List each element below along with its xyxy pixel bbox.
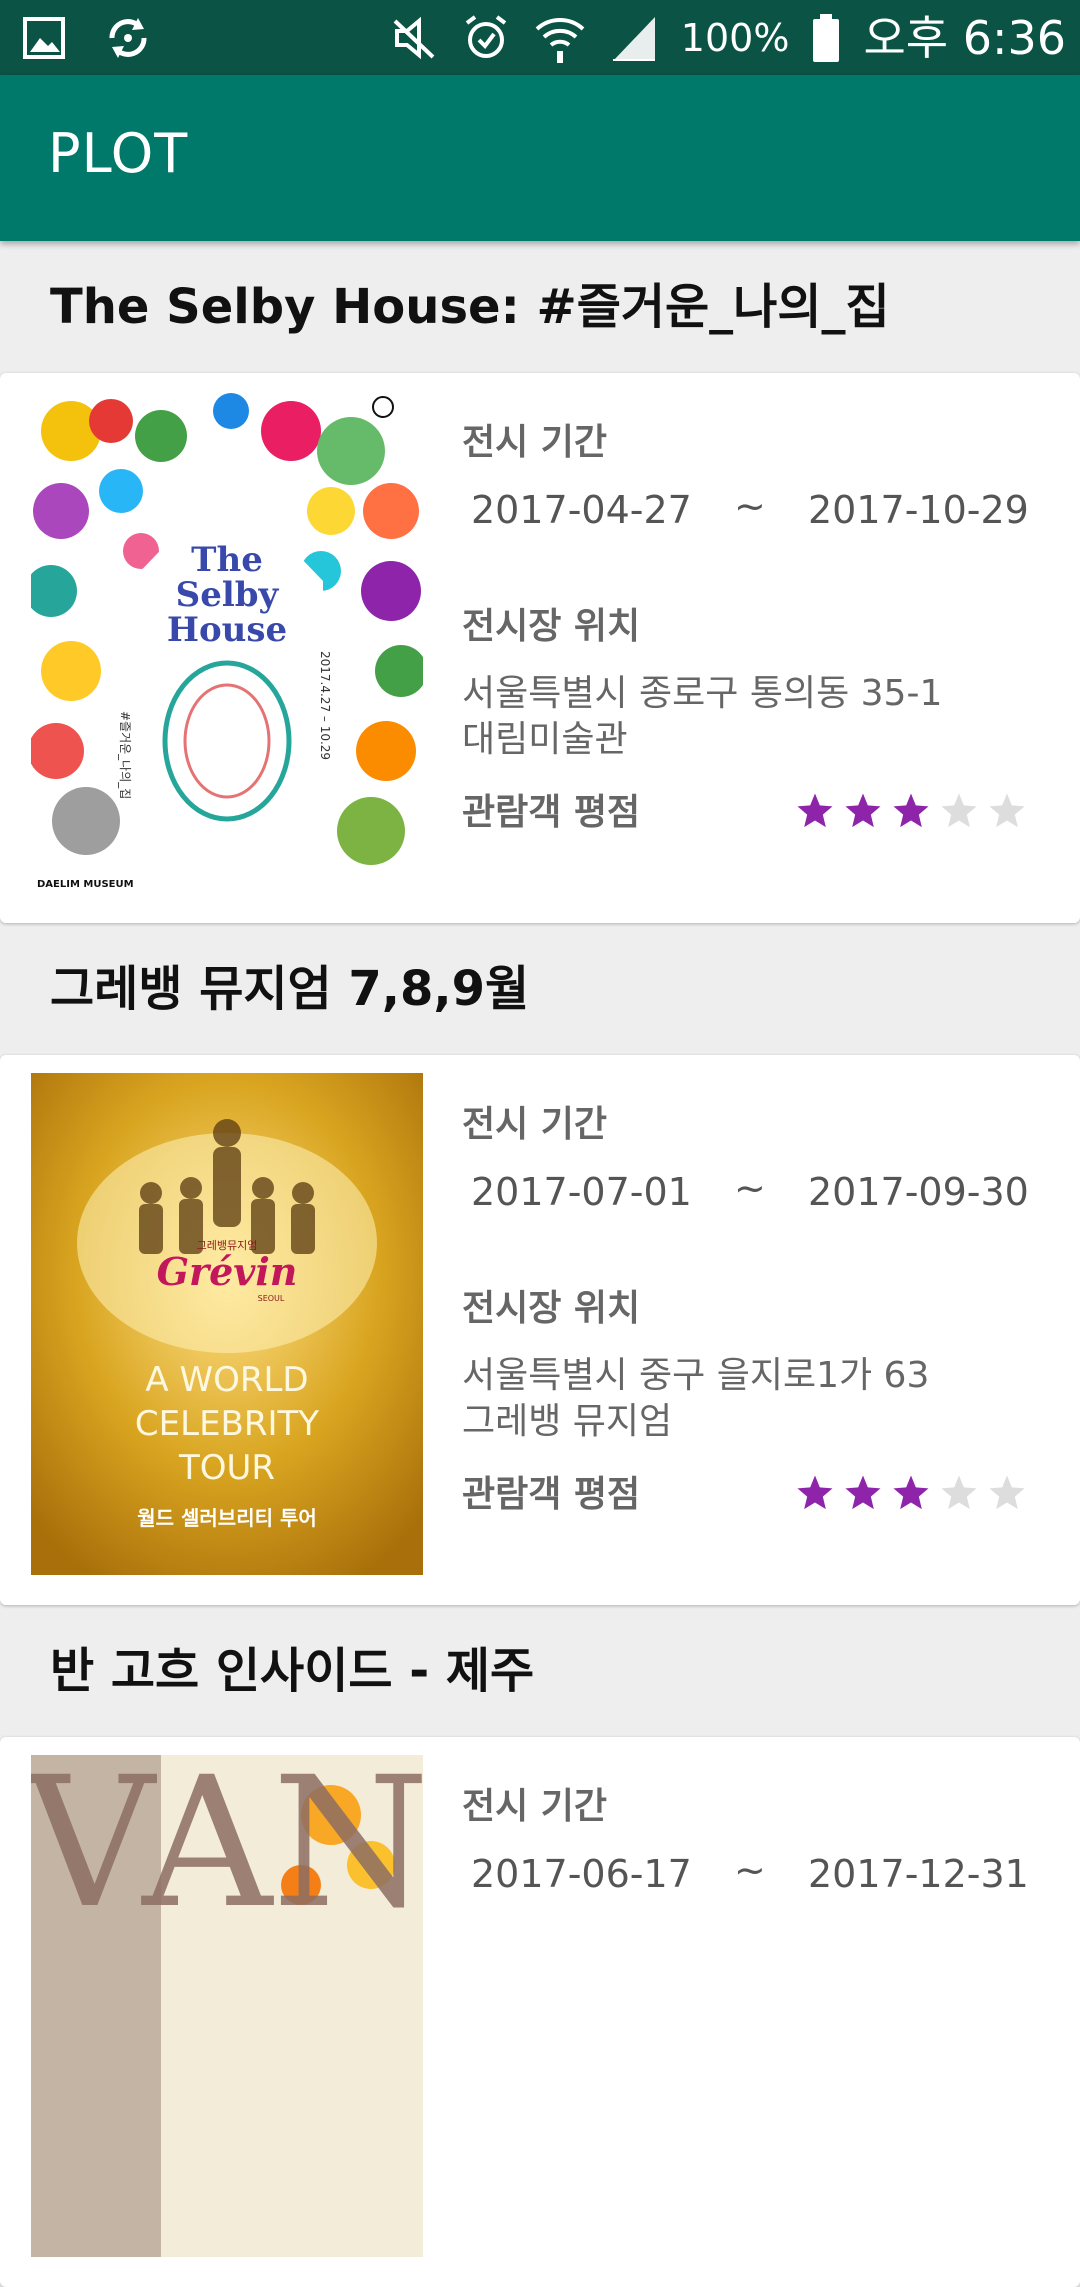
start-date: 2017-04-27 <box>471 488 692 532</box>
svg-text:SEOUL: SEOUL <box>258 1294 285 1303</box>
wifi-icon <box>533 11 587 65</box>
alarm-icon <box>461 13 511 63</box>
star-filled-icon <box>845 1475 881 1510</box>
end-date: 2017-09-30 <box>808 1170 1029 1214</box>
date-separator: ~ <box>734 1166 766 1210</box>
rating-label: 관람객 평점 <box>462 792 641 833</box>
exhibition-card[interactable]: VAN 전시 기간 2017-06-17 ~ 2017-12-31 <box>0 1737 1080 2287</box>
gallery-icon <box>22 16 66 60</box>
star-empty-icon <box>941 1475 977 1510</box>
star-empty-icon <box>941 793 977 828</box>
mute-icon <box>389 13 439 63</box>
exhibition-poster[interactable]: VAN <box>31 1755 423 2257</box>
period-label: 전시 기간 <box>462 1786 608 1827</box>
star-empty-icon <box>989 793 1025 828</box>
address: 서울특별시 중구 을지로1가 63 그레뱅 뮤지엄 <box>462 1353 929 1445</box>
start-date: 2017-06-17 <box>471 1852 692 1896</box>
location-label: 전시장 위치 <box>462 606 641 647</box>
svg-text:House: House <box>167 610 287 650</box>
poster-title: The <box>191 540 263 580</box>
status-left <box>22 14 152 62</box>
star-filled-icon <box>797 793 833 828</box>
svg-text:TOUR: TOUR <box>178 1448 275 1488</box>
poster-letters: VAN <box>31 1755 423 1948</box>
app-bar: PLOT <box>0 75 1080 241</box>
exhibition-card[interactable]: 그레뱅뮤지엄 Grévin SEOUL A WORLD CELEBRITY TO… <box>0 1055 1080 1605</box>
battery-percent: 100% <box>680 16 790 60</box>
address-line: 서울특별시 중구 을지로1가 63 <box>462 1355 930 1396</box>
svg-text:2017.4.27 – 10.29: 2017.4.27 – 10.29 <box>318 651 332 760</box>
signal-icon <box>609 13 659 63</box>
svg-text:A WORLD: A WORLD <box>145 1360 308 1400</box>
location-label: 전시장 위치 <box>462 1288 641 1329</box>
poster-brand: Grévin <box>157 1249 298 1294</box>
exhibition-title: 그레뱅 뮤지엄 7,8,9월 <box>50 961 530 1017</box>
start-date: 2017-07-01 <box>471 1170 692 1214</box>
venue-name: 그레뱅 뮤지엄 <box>462 1401 673 1443</box>
exhibition-title: The Selby House: #즐거운_나의_집 <box>50 279 890 335</box>
address: 서울특별시 종로구 통의동 35-1 대림미술관 <box>462 671 942 763</box>
end-date: 2017-12-31 <box>808 1852 1029 1896</box>
status-right: 100% 오후 6:36 <box>389 8 1066 68</box>
star-filled-icon <box>797 1475 833 1510</box>
date-separator: ~ <box>734 484 766 528</box>
clock: 오후 6:36 <box>863 11 1066 65</box>
svg-text:Selby: Selby <box>176 575 280 615</box>
sync-icon <box>104 14 152 62</box>
exhibition-poster[interactable]: 그레뱅뮤지엄 Grévin SEOUL A WORLD CELEBRITY TO… <box>31 1073 423 1575</box>
star-empty-icon <box>989 1475 1025 1510</box>
star-filled-icon <box>893 1475 929 1510</box>
app-title: PLOT <box>48 122 189 185</box>
svg-text:CELEBRITY: CELEBRITY <box>135 1404 319 1444</box>
rating-stars <box>795 791 1027 831</box>
exhibition-card[interactable]: The Selby House #즐거운_나의_집 2017.4.27 – 10… <box>0 373 1080 923</box>
status-bar: 100% 오후 6:36 <box>0 0 1080 75</box>
end-date: 2017-10-29 <box>808 488 1029 532</box>
battery-icon <box>811 13 841 63</box>
exhibition-list[interactable]: The Selby House: #즐거운_나의_집 The Selby Hou… <box>0 241 1080 2287</box>
exhibition-title: 반 고흐 인사이드 - 제주 <box>50 1643 535 1699</box>
svg-text:#즐거운_나의_집: #즐거운_나의_집 <box>118 711 132 799</box>
rating-label: 관람객 평점 <box>462 1474 641 1515</box>
rating-stars <box>795 1473 1027 1513</box>
star-filled-icon <box>845 793 881 828</box>
svg-text:월드 셀러브리티 투어: 월드 셀러브리티 투어 <box>137 1506 317 1530</box>
star-filled-icon <box>893 793 929 828</box>
period-label: 전시 기간 <box>462 1104 608 1145</box>
venue-name: 대림미술관 <box>462 719 628 761</box>
exhibition-poster[interactable]: The Selby House #즐거운_나의_집 2017.4.27 – 10… <box>31 391 423 893</box>
address-line: 서울특별시 종로구 통의동 35-1 <box>462 673 943 714</box>
date-separator: ~ <box>734 1848 766 1892</box>
poster-footer: DAELIM MUSEUM <box>37 879 134 890</box>
period-label: 전시 기간 <box>462 422 608 463</box>
